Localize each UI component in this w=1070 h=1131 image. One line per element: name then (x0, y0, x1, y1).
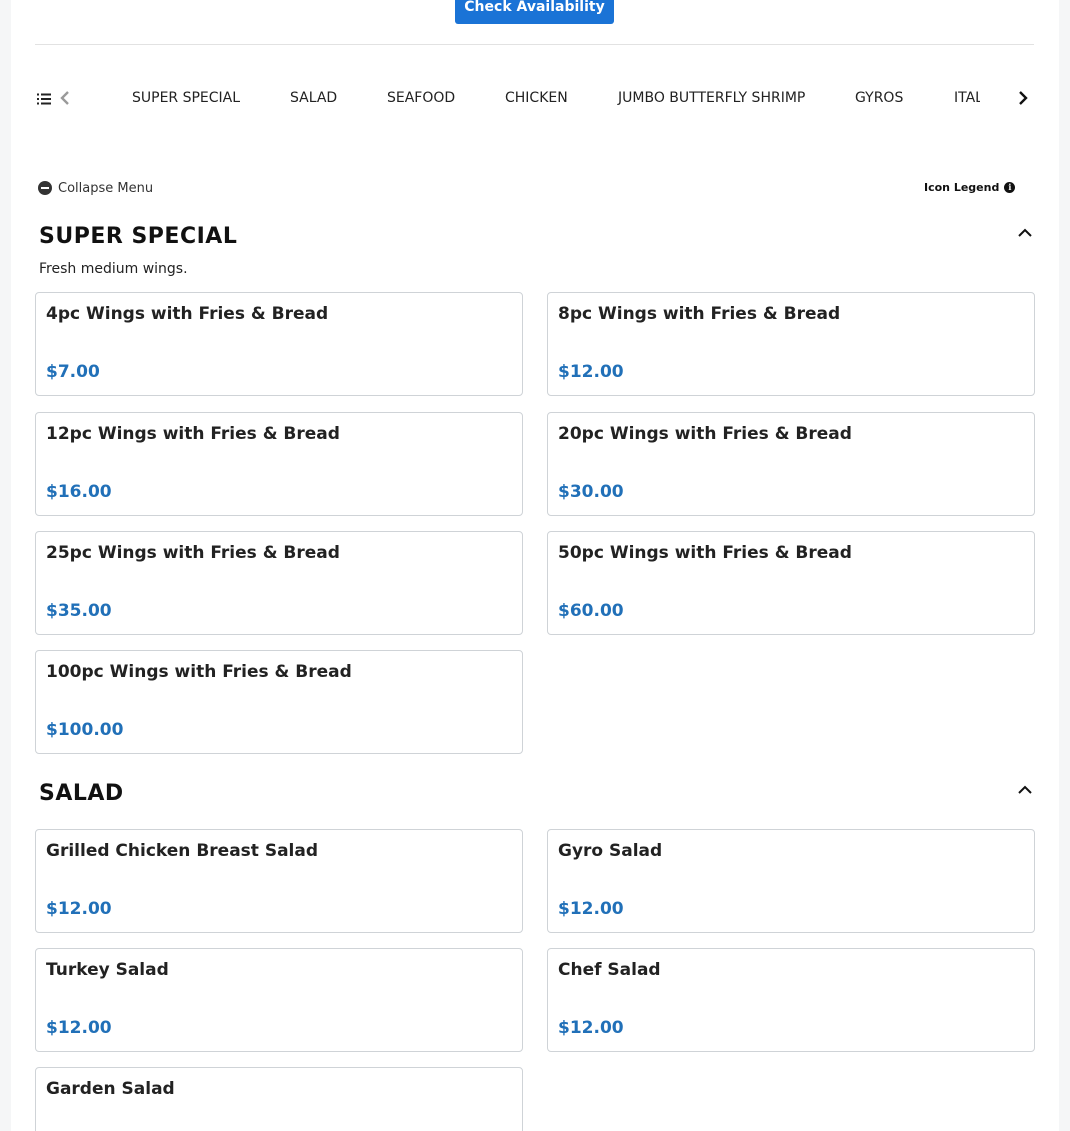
menu-item-card[interactable]: 100pc Wings with Fries & Bread $100.00 (35, 650, 523, 754)
item-price: $12.00 (558, 899, 624, 919)
item-price: $12.00 (46, 899, 112, 919)
check-availability-button[interactable]: Check Availability (455, 0, 614, 24)
item-name: Turkey Salad (46, 960, 169, 980)
item-price: $35.00 (46, 601, 112, 621)
item-price: $60.00 (558, 601, 624, 621)
collapse-menu-toggle[interactable]: Collapse Menu (38, 179, 153, 197)
item-name: 4pc Wings with Fries & Bread (46, 304, 329, 324)
item-name: Grilled Chicken Breast Salad (46, 841, 319, 861)
item-name: 8pc Wings with Fries & Bread (558, 304, 841, 324)
category-nav: SUPER SPECIAL SALAD SEAFOOD CHICKEN JUMB… (35, 78, 1034, 120)
item-name: Gyro Salad (558, 841, 663, 861)
menu-item-card[interactable]: 25pc Wings with Fries & Bread $35.00 (35, 531, 523, 635)
section-description: Fresh medium wings. (39, 261, 188, 277)
menu-item-card[interactable]: 20pc Wings with Fries & Bread $30.00 (547, 412, 1035, 516)
item-price: $12.00 (558, 362, 624, 382)
list-icon[interactable] (37, 91, 51, 105)
category-tab-super-special[interactable]: SUPER SPECIAL (132, 90, 240, 106)
chevron-left-icon[interactable] (58, 90, 72, 106)
collapse-menu-label: Collapse Menu (58, 180, 154, 196)
header-divider (35, 44, 1034, 45)
icon-legend-label: Icon Legend (924, 180, 1000, 194)
menu-item-card[interactable]: Gyro Salad $12.00 (547, 829, 1035, 933)
chevron-up-icon[interactable] (1017, 781, 1033, 794)
menu-page: Check Availability SUPER SPECIAL SALAD S… (11, 0, 1059, 1131)
section-title-super-special: SUPER SPECIAL (39, 224, 238, 249)
item-name: Garden Salad (46, 1079, 175, 1099)
menu-item-card[interactable]: 50pc Wings with Fries & Bread $60.00 (547, 531, 1035, 635)
item-name: 50pc Wings with Fries & Bread (558, 543, 852, 563)
menu-item-card[interactable]: 8pc Wings with Fries & Bread $12.00 (547, 292, 1035, 396)
item-price: $7.00 (46, 362, 100, 382)
item-price: $16.00 (46, 482, 112, 502)
minus-circle-icon (38, 181, 52, 195)
category-tab-salad[interactable]: SALAD (290, 90, 337, 106)
menu-item-card[interactable]: 4pc Wings with Fries & Bread $7.00 (35, 292, 523, 396)
item-price: $30.00 (558, 482, 624, 502)
item-name: Chef Salad (558, 960, 661, 980)
menu-item-card[interactable]: Turkey Salad $12.00 (35, 948, 523, 1052)
menu-item-card[interactable]: 12pc Wings with Fries & Bread $16.00 (35, 412, 523, 516)
category-tab-gyros[interactable]: GYROS (855, 90, 903, 106)
item-name: 12pc Wings with Fries & Bread (46, 424, 340, 444)
item-name: 100pc Wings with Fries & Bread (46, 662, 352, 682)
category-tab-italian[interactable]: ITALIAN (954, 90, 980, 106)
category-tab-seafood[interactable]: SEAFOOD (387, 90, 455, 106)
menu-item-card[interactable]: Grilled Chicken Breast Salad $12.00 (35, 829, 523, 933)
category-scroller[interactable]: SUPER SPECIAL SALAD SEAFOOD CHICKEN JUMB… (95, 78, 980, 120)
chevron-up-icon[interactable] (1017, 224, 1033, 237)
item-price: $12.00 (558, 1018, 624, 1038)
category-tab-jumbo-butterfly-shrimp[interactable]: JUMBO BUTTERFLY SHRIMP (618, 90, 805, 106)
item-name: 25pc Wings with Fries & Bread (46, 543, 340, 563)
info-icon: i (1004, 181, 1016, 193)
category-tab-chicken[interactable]: CHICKEN (505, 90, 568, 106)
top-bar: Check Availability (11, 0, 1059, 45)
menu-item-card[interactable]: Chef Salad $12.00 (547, 948, 1035, 1052)
item-price: $12.00 (46, 1018, 112, 1038)
item-price: $100.00 (46, 720, 124, 740)
item-name: 20pc Wings with Fries & Bread (558, 424, 852, 444)
menu-item-card[interactable]: Garden Salad (35, 1067, 523, 1131)
icon-legend-button[interactable]: Icon Legend i (924, 179, 1016, 195)
section-title-salad: SALAD (39, 781, 124, 806)
chevron-right-icon[interactable] (1016, 90, 1030, 106)
